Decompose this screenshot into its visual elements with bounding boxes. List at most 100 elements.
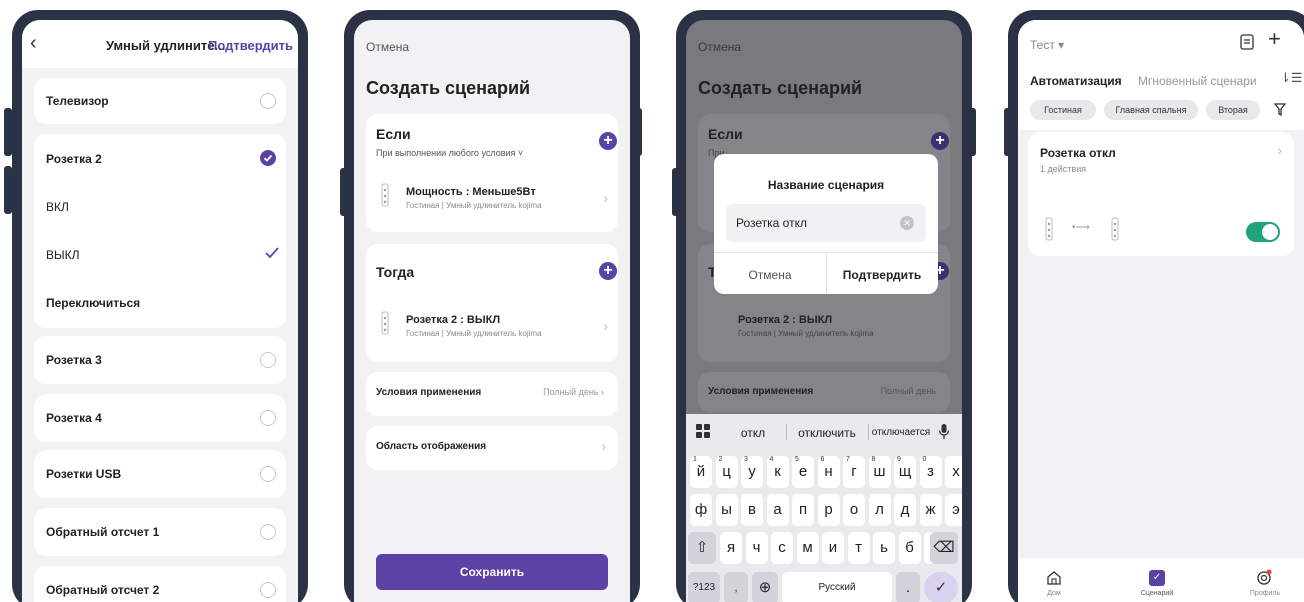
option-on[interactable]: ВКЛ: [46, 200, 69, 214]
key-т[interactable]: т: [847, 532, 870, 564]
add-condition-icon[interactable]: +: [931, 132, 949, 150]
suggestion[interactable]: откл: [726, 426, 780, 440]
key-у[interactable]: у3: [741, 456, 763, 488]
room-chip[interactable]: Главная спальня: [1104, 100, 1198, 120]
add-action-icon[interactable]: +: [599, 262, 617, 280]
scenario-name-input[interactable]: Розетка откл ✕: [726, 204, 926, 242]
key-э[interactable]: э: [945, 494, 962, 526]
backspace-icon[interactable]: ⌫: [930, 532, 958, 564]
enter-check-icon[interactable]: ✓: [924, 572, 958, 602]
shift-icon[interactable]: ⇧: [688, 532, 716, 564]
add-condition-icon[interactable]: +: [599, 132, 617, 150]
phone-frame-2: Отмена Создать сценарий Если При выполне…: [344, 10, 640, 602]
radio-icon[interactable]: [260, 93, 276, 109]
sort-icon[interactable]: ⇂☰: [1280, 70, 1303, 86]
key-з[interactable]: з0: [919, 456, 942, 488]
list-item[interactable]: Розетки USB: [34, 450, 286, 498]
profile-icon[interactable]: [1256, 569, 1272, 586]
chevron-right-icon: ›: [601, 438, 606, 454]
action-title[interactable]: Розетка 2 : ВЫКЛ: [406, 314, 500, 326]
list-item[interactable]: Обратный отсчет 1: [34, 508, 286, 556]
key-а[interactable]: а: [766, 494, 789, 526]
room-chip[interactable]: Вторая: [1206, 100, 1260, 120]
scenario-icon[interactable]: ✓: [1149, 570, 1165, 586]
confirm-button[interactable]: Подтвердить: [208, 38, 293, 53]
home-selector[interactable]: Тест ▾: [1030, 38, 1064, 52]
key-х[interactable]: х: [945, 456, 962, 488]
apply-conditions-row: Условия применения Полный день: [698, 372, 950, 412]
back-chevron-icon[interactable]: ‹: [30, 32, 37, 55]
room-chip[interactable]: Гостиная: [1030, 100, 1096, 120]
tab-instant-scenario[interactable]: Мгновенный сценари: [1138, 74, 1257, 88]
key-ш[interactable]: ш8: [868, 456, 891, 488]
space-key[interactable]: Русский: [782, 572, 892, 602]
key-ь[interactable]: ь: [873, 532, 895, 564]
apps-grid-icon[interactable]: [696, 424, 710, 438]
log-icon[interactable]: [1240, 34, 1254, 50]
create-scenario-screen: Отмена Создать сценарий Если При выполне…: [354, 20, 630, 602]
key-д[interactable]: д: [894, 494, 916, 526]
key-ы[interactable]: ы: [715, 494, 738, 526]
then-section: Тогда + Розетка 2 : ВЫКЛ Гостиная | Умны…: [366, 244, 618, 362]
emoji-comma-key[interactable]: ,: [724, 572, 748, 602]
dialog-confirm-button[interactable]: Подтвердить: [826, 268, 938, 282]
key-п[interactable]: п: [792, 494, 814, 526]
key-л[interactable]: л: [868, 494, 891, 526]
key-й[interactable]: й1: [690, 456, 712, 488]
key-к[interactable]: к4: [766, 456, 789, 488]
condition-title[interactable]: Мощность : Меньше5Вт: [406, 186, 536, 198]
radio-icon[interactable]: [260, 410, 276, 426]
key-о[interactable]: о: [843, 494, 865, 526]
cancel-button[interactable]: Отмена: [366, 40, 409, 54]
radio-icon[interactable]: [260, 352, 276, 368]
apply-conditions-row[interactable]: Условия применения Полный день ›: [366, 372, 618, 416]
scenario-card[interactable]: Розетка откл 1 действия › •⟶: [1028, 132, 1294, 256]
apply-value: Полный день: [880, 386, 936, 396]
key-и[interactable]: и: [822, 532, 844, 564]
dialog-cancel-button[interactable]: Отмена: [714, 268, 826, 282]
list-item[interactable]: Обратный отсчет 2: [34, 566, 286, 602]
key-я[interactable]: я: [720, 532, 742, 564]
list-item[interactable]: Розетка 4: [34, 394, 286, 442]
key-н[interactable]: н6: [817, 456, 840, 488]
device-list-screen: ‹ Умный удлините... Подтвердить Телевизо…: [22, 20, 298, 602]
option-off[interactable]: ВЫКЛ: [46, 248, 80, 262]
save-button[interactable]: Сохранить: [376, 554, 608, 590]
suggestion[interactable]: отключается: [870, 427, 932, 438]
key-м[interactable]: м: [796, 532, 819, 564]
option-toggle[interactable]: Переключиться: [46, 296, 140, 310]
radio-icon[interactable]: [260, 582, 276, 598]
filter-icon[interactable]: [1274, 103, 1286, 116]
radio-checked-icon[interactable]: [260, 150, 276, 166]
period-key[interactable]: .: [896, 572, 920, 602]
symbols-key[interactable]: ?123: [688, 572, 720, 602]
display-area-row[interactable]: Область отображения ›: [366, 426, 618, 470]
key-ф[interactable]: ф: [690, 494, 712, 526]
key-щ[interactable]: щ9: [894, 456, 916, 488]
cancel-button[interactable]: Отмена: [698, 40, 741, 54]
list-item[interactable]: Розетка 3: [34, 336, 286, 384]
key-г[interactable]: г7: [843, 456, 865, 488]
key-с[interactable]: с: [771, 532, 793, 564]
globe-icon[interactable]: ⊕: [752, 572, 778, 602]
radio-icon[interactable]: [260, 524, 276, 540]
tab-automation[interactable]: Автоматизация: [1030, 74, 1122, 88]
key-ч[interactable]: ч: [745, 532, 768, 564]
condition-mode[interactable]: При выполнении любого условия ˅: [376, 148, 523, 158]
clear-icon[interactable]: ✕: [900, 216, 914, 230]
add-icon[interactable]: +: [1268, 28, 1281, 50]
key-в[interactable]: в: [741, 494, 763, 526]
key-е[interactable]: е5: [792, 456, 814, 488]
microphone-icon[interactable]: [938, 423, 950, 440]
radio-icon[interactable]: [260, 466, 276, 482]
list-item[interactable]: Телевизор: [34, 78, 286, 124]
key-б[interactable]: б: [898, 532, 921, 564]
home-icon[interactable]: [1046, 570, 1062, 586]
key-ц[interactable]: ц2: [715, 456, 738, 488]
enable-toggle[interactable]: [1246, 222, 1280, 242]
key-ж[interactable]: ж: [919, 494, 942, 526]
suggestion[interactable]: отключить: [790, 426, 864, 440]
nav-profile-label: Профиль: [1249, 590, 1281, 597]
key-р[interactable]: р: [817, 494, 840, 526]
apply-label: Условия применения: [708, 386, 814, 397]
